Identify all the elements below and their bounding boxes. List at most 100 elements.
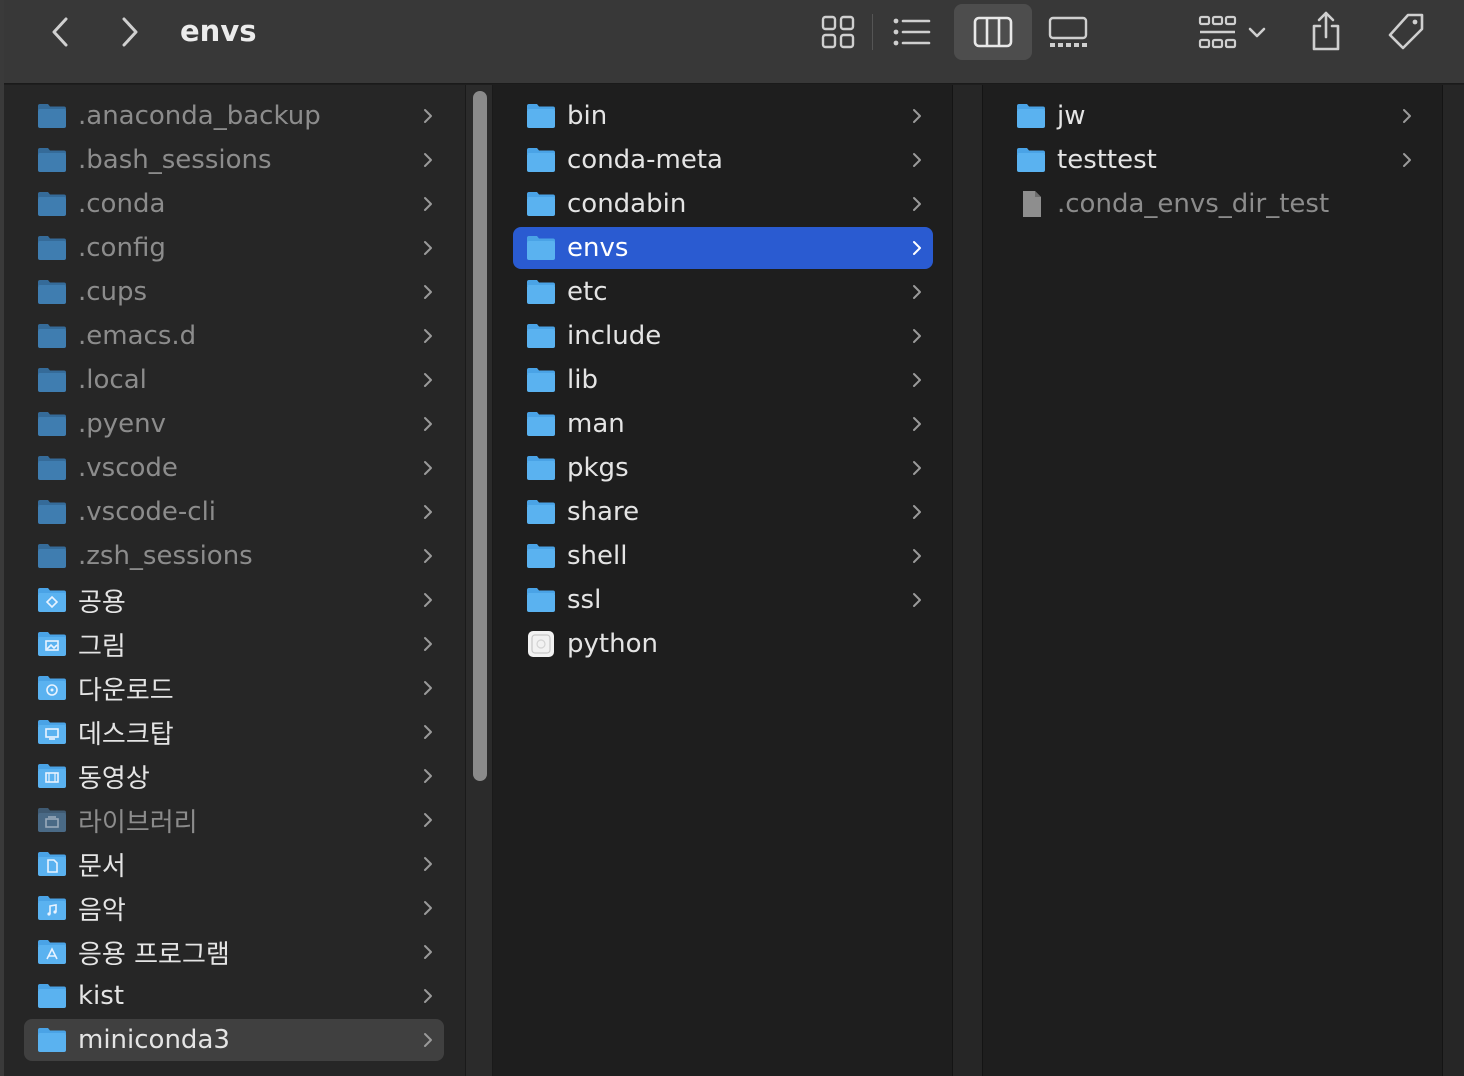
folder-item[interactable]: conda-meta bbox=[513, 139, 933, 181]
item-label: man bbox=[567, 409, 625, 439]
folder-item[interactable]: share bbox=[513, 491, 933, 533]
file-item[interactable]: .conda_envs_dir_test bbox=[1003, 183, 1423, 225]
chevron-right-icon bbox=[913, 373, 921, 387]
chevron-right-icon bbox=[424, 505, 432, 519]
chevron-right-icon bbox=[424, 373, 432, 387]
folder-icon bbox=[527, 280, 555, 304]
folder-item[interactable]: .bash_sessions bbox=[24, 139, 444, 181]
chevron-right-icon bbox=[122, 17, 138, 47]
folder-item[interactable]: jw bbox=[1003, 95, 1423, 137]
column-browser: .anaconda_backup .bash_sessions .conda .… bbox=[4, 85, 1464, 1076]
chevron-right-icon bbox=[913, 593, 921, 607]
folder-item[interactable]: bin bbox=[513, 95, 933, 137]
item-label: lib bbox=[567, 365, 598, 395]
folder-item[interactable]: kist bbox=[24, 975, 444, 1017]
folder-item[interactable]: .zsh_sessions bbox=[24, 535, 444, 577]
item-label: .anaconda_backup bbox=[78, 101, 321, 131]
hidden-folder-icon bbox=[38, 236, 66, 260]
folder-item[interactable]: .emacs.d bbox=[24, 315, 444, 357]
folder-item[interactable]: include bbox=[513, 315, 933, 357]
folder-item[interactable]: .conda bbox=[24, 183, 444, 225]
forward-button[interactable] bbox=[112, 12, 148, 52]
folder-item[interactable]: pkgs bbox=[513, 447, 933, 489]
folder-item[interactable]: 동영상 bbox=[24, 755, 444, 797]
hidden-folder-icon bbox=[38, 148, 66, 172]
item-label: 데스크탑 bbox=[78, 719, 174, 750]
item-label: conda-meta bbox=[567, 145, 723, 175]
folder-icon bbox=[1017, 104, 1045, 128]
folder-item[interactable]: 라이브러리 bbox=[24, 799, 444, 841]
item-label: pkgs bbox=[567, 453, 629, 483]
folder-item[interactable]: man bbox=[513, 403, 933, 445]
folder-item[interactable]: 데스크탑 bbox=[24, 711, 444, 753]
folder-item[interactable]: .vscode-cli bbox=[24, 491, 444, 533]
scrollbar[interactable] bbox=[465, 85, 493, 1076]
chevron-right-icon bbox=[913, 109, 921, 123]
folder-item[interactable]: shell bbox=[513, 535, 933, 577]
folder-item[interactable]: .vscode bbox=[24, 447, 444, 489]
chevron-right-icon bbox=[424, 769, 432, 783]
scrollbar-thumb[interactable] bbox=[473, 91, 487, 781]
item-label: .emacs.d bbox=[78, 321, 197, 351]
item-label: ssl bbox=[567, 585, 602, 615]
chevron-right-icon bbox=[424, 637, 432, 651]
music-folder-icon bbox=[38, 896, 66, 920]
chevron-right-icon bbox=[424, 945, 432, 959]
item-label: .bash_sessions bbox=[78, 145, 272, 175]
folder-item[interactable]: .cups bbox=[24, 271, 444, 313]
item-label: condabin bbox=[567, 189, 687, 219]
folder-item[interactable]: ssl bbox=[513, 579, 933, 621]
item-label: .zsh_sessions bbox=[78, 541, 253, 571]
back-button[interactable] bbox=[42, 12, 78, 52]
chevron-right-icon bbox=[913, 417, 921, 431]
folder-item[interactable]: etc bbox=[513, 271, 933, 313]
folder-item[interactable]: 다운로드 bbox=[24, 667, 444, 709]
folder-icon bbox=[527, 588, 555, 612]
folder-item[interactable]: 공용 bbox=[24, 579, 444, 621]
hidden-folder-icon bbox=[38, 544, 66, 568]
chevron-right-icon bbox=[424, 593, 432, 607]
share-button[interactable] bbox=[1302, 6, 1350, 56]
folder-item[interactable]: .pyenv bbox=[24, 403, 444, 445]
icon-view-button[interactable] bbox=[812, 10, 864, 54]
folder-item[interactable]: .anaconda_backup bbox=[24, 95, 444, 137]
folder-item[interactable]: .local bbox=[24, 359, 444, 401]
executable-file-icon bbox=[528, 631, 554, 657]
folder-item[interactable]: envs bbox=[513, 227, 933, 269]
folder-icon bbox=[527, 324, 555, 348]
column-view-button[interactable] bbox=[954, 4, 1032, 60]
library-folder-icon bbox=[38, 808, 66, 832]
toolbar: envs bbox=[4, 0, 1464, 84]
item-label: shell bbox=[567, 541, 628, 571]
folder-item[interactable]: testtest bbox=[1003, 139, 1423, 181]
item-label: testtest bbox=[1057, 145, 1157, 175]
hidden-folder-icon bbox=[38, 324, 66, 348]
tag-button[interactable] bbox=[1380, 8, 1432, 56]
file-item[interactable]: python bbox=[513, 623, 933, 665]
chevron-right-icon bbox=[1403, 153, 1411, 167]
gallery-icon bbox=[1048, 16, 1088, 47]
item-label: 음악 bbox=[78, 895, 126, 926]
folder-item[interactable]: condabin bbox=[513, 183, 933, 225]
group-by-button[interactable] bbox=[1190, 10, 1274, 54]
folder-item[interactable]: 응용 프로그램 bbox=[24, 931, 444, 973]
item-label: kist bbox=[78, 981, 125, 1011]
chevron-right-icon bbox=[913, 153, 921, 167]
folder-item[interactable]: .config bbox=[24, 227, 444, 269]
folder-item[interactable]: 그림 bbox=[24, 623, 444, 665]
folder-icon bbox=[527, 544, 555, 568]
folder-item[interactable]: 문서 bbox=[24, 843, 444, 885]
folder-icon bbox=[38, 1028, 66, 1052]
folder-item[interactable]: miniconda3 bbox=[24, 1019, 444, 1061]
chevron-right-icon bbox=[424, 461, 432, 475]
folder-icon bbox=[527, 412, 555, 436]
item-label: .vscode-cli bbox=[78, 497, 217, 527]
chevron-right-icon bbox=[424, 329, 432, 343]
list-view-button[interactable] bbox=[886, 10, 938, 54]
item-label: 응용 프로그램 bbox=[78, 939, 230, 970]
documents-folder-icon bbox=[38, 852, 66, 876]
gallery-view-button[interactable] bbox=[1042, 10, 1094, 54]
item-label: 공용 bbox=[78, 587, 126, 618]
folder-item[interactable]: 음악 bbox=[24, 887, 444, 929]
folder-item[interactable]: lib bbox=[513, 359, 933, 401]
